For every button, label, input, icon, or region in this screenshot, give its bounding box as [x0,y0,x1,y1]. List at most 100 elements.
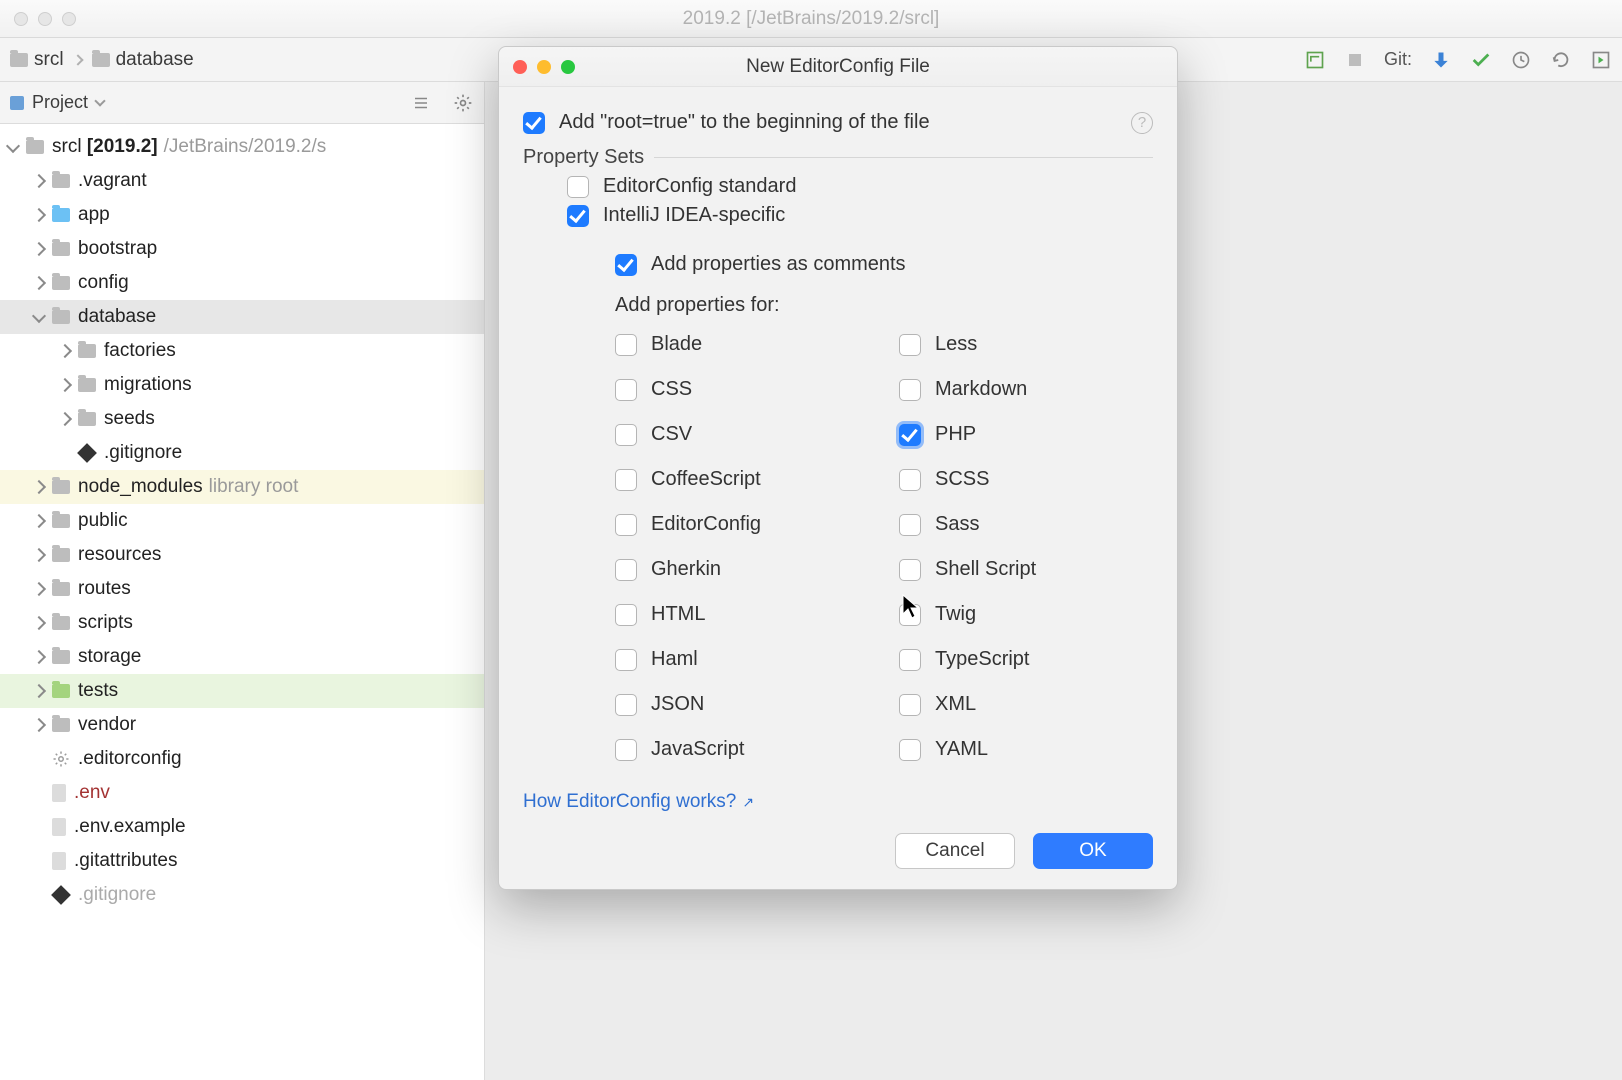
chevron-right-icon[interactable] [32,480,46,494]
chevron-right-icon[interactable] [58,344,72,358]
checkbox-icon[interactable] [899,649,921,671]
tree-row[interactable]: .vagrant [0,164,484,198]
checkbox-icon[interactable] [615,604,637,626]
tree-row[interactable]: bootstrap [0,232,484,266]
update-icon[interactable] [1430,49,1452,71]
chevron-right-icon[interactable] [32,174,46,188]
run-anything-icon[interactable] [1590,49,1612,71]
lang-checkbox-editorconfig[interactable]: EditorConfig [615,513,869,536]
checkbox-icon[interactable] [523,112,545,134]
checkbox-as-comments[interactable]: Add properties as comments [523,253,1153,276]
ok-button[interactable]: OK [1033,833,1153,869]
checkbox-icon[interactable] [615,559,637,581]
chevron-right-icon[interactable] [32,650,46,664]
chevron-down-icon[interactable] [94,95,105,106]
lang-checkbox-haml[interactable]: Haml [615,648,869,671]
lang-checkbox-css[interactable]: CSS [615,378,869,401]
tree-row[interactable]: config [0,266,484,300]
checkbox-icon[interactable] [615,334,637,356]
history-icon[interactable] [1510,49,1532,71]
checkbox-icon[interactable] [615,424,637,446]
lang-checkbox-html[interactable]: HTML [615,603,869,626]
chevron-right-icon[interactable] [32,242,46,256]
tree-row[interactable]: .env.example [0,810,484,844]
checkbox-add-root[interactable]: Add "root=true" to the beginning of the … [523,111,1153,134]
checkbox-icon[interactable] [899,469,921,491]
lang-checkbox-typescript[interactable]: TypeScript [899,648,1153,671]
lang-checkbox-json[interactable]: JSON [615,693,869,716]
chevron-right-icon[interactable] [32,616,46,630]
chevron-right-icon[interactable] [58,412,72,426]
checkbox-intellij[interactable]: IntelliJ IDEA-specific [523,204,1153,227]
checkbox-icon[interactable] [899,514,921,536]
project-panel-title[interactable]: Project [32,92,88,113]
lang-checkbox-markdown[interactable]: Markdown [899,378,1153,401]
tree-row[interactable]: node_moduleslibrary root [0,470,484,504]
checkbox-icon[interactable] [899,424,921,446]
lang-checkbox-scss[interactable]: SCSS [899,468,1153,491]
chevron-right-icon[interactable] [32,548,46,562]
help-icon[interactable]: ? [1131,112,1153,134]
help-link[interactable]: How EditorConfig works?↗ [523,791,754,813]
tree-root[interactable]: srcl [2019.2] /JetBrains/2019.2/s [0,130,484,164]
lang-checkbox-csv[interactable]: CSV [615,423,869,446]
lang-checkbox-yaml[interactable]: YAML [899,738,1153,761]
checkbox-icon[interactable] [899,379,921,401]
checkbox-icon[interactable] [615,649,637,671]
checkbox-icon[interactable] [615,469,637,491]
tree-row[interactable]: .gitattributes [0,844,484,878]
checkbox-icon[interactable] [567,205,589,227]
tree-row[interactable]: scripts [0,606,484,640]
checkbox-icon[interactable] [567,176,589,198]
commit-icon[interactable] [1470,49,1492,71]
tree-row[interactable]: storage [0,640,484,674]
tree-row[interactable]: migrations [0,368,484,402]
tree-row[interactable]: seeds [0,402,484,436]
tree-row[interactable]: tests [0,674,484,708]
checkbox-icon[interactable] [615,694,637,716]
cancel-button[interactable]: Cancel [895,833,1015,869]
checkbox-standard[interactable]: EditorConfig standard [523,175,1153,198]
checkbox-icon[interactable] [899,559,921,581]
breadcrumb[interactable]: srcl database [10,49,194,71]
tree-row[interactable]: database [0,300,484,334]
checkbox-icon[interactable] [615,514,637,536]
revert-icon[interactable] [1550,49,1572,71]
build-icon[interactable] [1304,49,1326,71]
tree-row[interactable]: vendor [0,708,484,742]
tree-row[interactable]: resources [0,538,484,572]
lang-checkbox-xml[interactable]: XML [899,693,1153,716]
tree-row[interactable]: .gitignore [0,436,484,470]
lang-checkbox-sass[interactable]: Sass [899,513,1153,536]
breadcrumb-item[interactable]: srcl [34,49,64,71]
chevron-right-icon[interactable] [32,718,46,732]
lang-checkbox-twig[interactable]: Twig [899,603,1153,626]
tree-row[interactable]: factories [0,334,484,368]
stop-icon[interactable] [1344,49,1366,71]
lang-checkbox-less[interactable]: Less [899,333,1153,356]
checkbox-icon[interactable] [615,254,637,276]
chevron-right-icon[interactable] [32,514,46,528]
checkbox-icon[interactable] [899,604,921,626]
collapse-icon[interactable] [410,92,432,114]
chevron-right-icon[interactable] [32,684,46,698]
tree-row[interactable]: app [0,198,484,232]
breadcrumb-item[interactable]: database [116,49,194,71]
lang-checkbox-javascript[interactable]: JavaScript [615,738,869,761]
lang-checkbox-blade[interactable]: Blade [615,333,869,356]
checkbox-icon[interactable] [899,334,921,356]
lang-checkbox-gherkin[interactable]: Gherkin [615,558,869,581]
tree-row[interactable]: public [0,504,484,538]
lang-checkbox-coffeescript[interactable]: CoffeeScript [615,468,869,491]
checkbox-icon[interactable] [899,739,921,761]
gear-icon[interactable] [452,92,474,114]
chevron-right-icon[interactable] [58,378,72,392]
checkbox-icon[interactable] [615,739,637,761]
chevron-right-icon[interactable] [32,582,46,596]
project-tree[interactable]: srcl [2019.2] /JetBrains/2019.2/s .vagra… [0,124,484,1080]
checkbox-icon[interactable] [615,379,637,401]
tree-row[interactable]: routes [0,572,484,606]
chevron-right-icon[interactable] [32,276,46,290]
chevron-down-icon[interactable] [6,138,20,152]
tree-row[interactable]: .editorconfig [0,742,484,776]
